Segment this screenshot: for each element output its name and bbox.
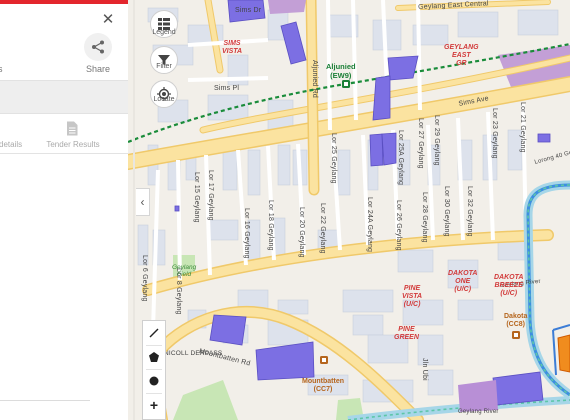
road-label-lor-15-geylang: Lor 15 Geylang	[193, 172, 200, 223]
place-label-geylang-field: Geylang Field	[172, 264, 197, 278]
road-label-lor-6-geylang: Lor 6 Geylang	[141, 255, 148, 302]
road-label-lor-30-geylang: Lor 30 Geylang	[443, 186, 450, 237]
road-label-sims-pl: Sims Pl	[214, 85, 240, 92]
highlighted-site-pink	[458, 380, 498, 412]
draw-toolbar: +	[142, 320, 166, 420]
road-label-nicoll-underpass: NICOLL DERPASS	[164, 350, 223, 357]
legend-label: Legend	[152, 29, 176, 36]
road-label-lor-24a-geylang: Lor 24A Geylang	[366, 197, 373, 253]
zoom-in-button[interactable]: +	[143, 394, 165, 416]
tab-details[interactable]: details	[0, 140, 22, 149]
road-label-lor-32-geylang: Lor 32 Geylang	[466, 186, 473, 237]
place-label-pine-vista: PINE VISTA (U/C)	[402, 285, 423, 308]
road-label-sims-dr: Sims Dr	[235, 7, 262, 14]
road-label-jln-ubi: Jln Ubi	[421, 358, 428, 381]
details-panel: ✕ Share s details Tender Results	[0, 0, 128, 420]
place-label-dakota-one: DAKOTA ONE (U/C)	[448, 270, 478, 293]
circle-tool-button[interactable]	[143, 370, 165, 392]
panel-map-divider	[133, 0, 135, 420]
road-label-lor-29-geylang: Lor 29 Geylang	[433, 115, 440, 166]
place-label-dakota-breeze: DAKOTA BREEZE (U/C)	[494, 274, 524, 297]
panel-divider	[0, 400, 90, 401]
header-cut-label: s	[0, 64, 3, 74]
road-label-lor-17-geylang: Lor 17 Geylang	[207, 170, 214, 221]
place-label-sims-vista: SIMS VISTA	[222, 40, 243, 55]
road-label-lor-16-geylang: Lor 16 Geylang	[243, 208, 250, 259]
road-label-lor-28-geylang: Lor 28 Geylang	[421, 192, 428, 243]
polygon-tool-button[interactable]	[143, 346, 165, 368]
road-label-lor-23-geylang: Lor 23 Geylang	[491, 108, 498, 159]
road-label-lor-22-geylang: Lor 22 Geylang	[319, 203, 326, 254]
road-label-lor-26-geylang: Lor 26 Geylang	[395, 200, 402, 251]
share-label: Share	[85, 64, 111, 74]
place-label-pine-green: PINE GREEN	[394, 326, 419, 341]
station-marker[interactable]	[342, 80, 350, 88]
road-label-lor-18-geylang: Lor 18 Geylang	[267, 200, 274, 251]
map-view[interactable]: Sims Dr Sims Pl Sims Ave Geylang East Ce…	[128, 0, 570, 420]
road-label-lor-21-geylang: Lor 21 Geylang	[519, 102, 526, 153]
polygon-icon	[149, 352, 159, 362]
road-label-geylang-river-south: Geylang River	[458, 409, 499, 415]
share-icon	[92, 40, 104, 54]
collapse-panel-button[interactable]: ‹	[136, 188, 150, 216]
panel-info-bar	[0, 80, 128, 114]
selected-site-marker[interactable]	[557, 334, 570, 373]
filter-label: Filter	[156, 63, 172, 70]
station-marker[interactable]	[320, 356, 328, 364]
circle-icon	[149, 376, 159, 386]
highlighted-site-pink	[268, 0, 306, 14]
locate-button[interactable]	[150, 80, 178, 108]
station-label-aljunied: Aljunied (EW9)	[326, 62, 356, 80]
park-area	[173, 380, 238, 420]
locate-label: Locate	[153, 96, 175, 103]
road-label-lor-20-geylang: Lor 20 Geylang	[298, 207, 305, 258]
pen-tool-button[interactable]	[143, 322, 165, 344]
station-marker[interactable]	[512, 331, 520, 339]
panel-tabs: details Tender Results	[0, 114, 128, 154]
road-label-lor-25-geylang: Lor 25 Geylang	[330, 133, 337, 184]
station-label-dakota: Dakota (CC8)	[504, 313, 528, 328]
panel-body	[0, 155, 128, 420]
station-label-mountbatten: Mountbatten (CC7)	[302, 378, 344, 393]
pen-icon	[149, 328, 159, 338]
tab-tender-results[interactable]: Tender Results	[40, 140, 106, 149]
panel-header: ✕ Share s	[0, 4, 128, 80]
road-label-aljunied-rd: Aljunied Rd	[311, 60, 318, 98]
close-button[interactable]: ✕	[101, 12, 115, 27]
place-label-geylang-east-gr: GEYLANG EAST GR	[444, 44, 479, 67]
document-icon	[67, 121, 78, 136]
share-button[interactable]	[84, 33, 112, 61]
road-label-lor-25a-geylang: Lor 25A Geylang	[397, 130, 404, 186]
road-label-lor-27-geylang: Lor 27 Geylang	[417, 118, 424, 169]
